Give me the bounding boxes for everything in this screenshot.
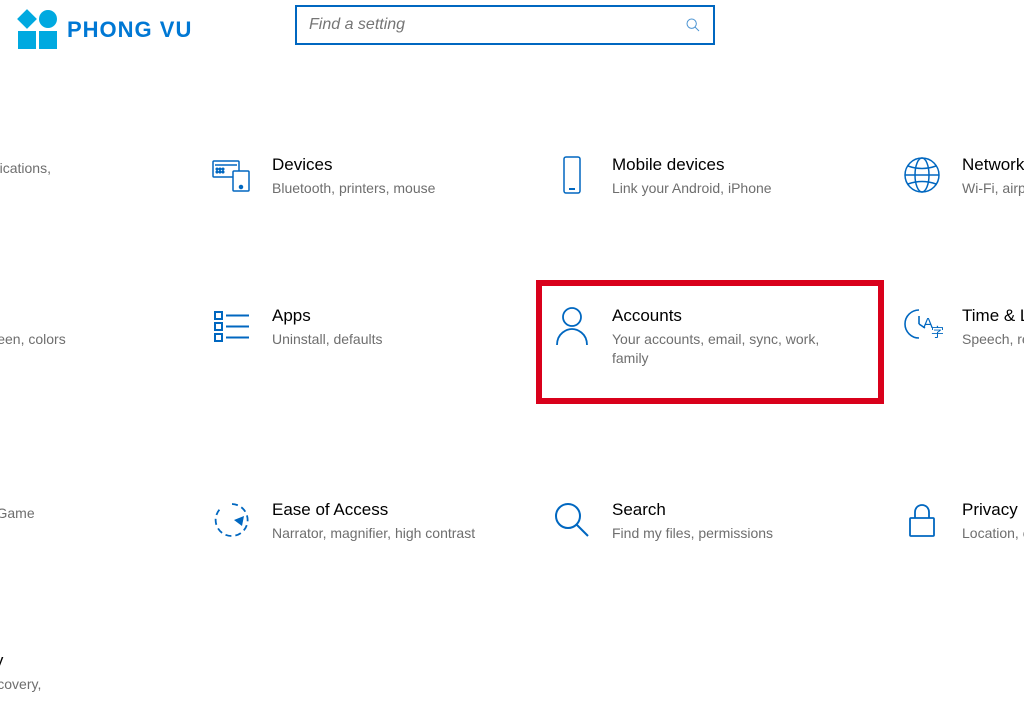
tile-title: Mobile devices (612, 155, 772, 175)
tile-ease-of-access[interactable]: Ease of Access Narrator, magnifier, high… (200, 490, 530, 551)
phone-icon (550, 153, 594, 197)
watermark-logo: PHONG VU (18, 10, 192, 49)
tile-network[interactable]: Network & I Wi-Fi, airplane (890, 145, 1024, 206)
tile-title: Search (612, 500, 773, 520)
tile-title: Security (0, 651, 41, 671)
logo-text: PHONG VU (67, 17, 192, 43)
tile-sub: Your accounts, email, sync, work, family (612, 330, 822, 368)
magnifier-icon (550, 498, 594, 542)
tile-accounts[interactable]: Accounts Your accounts, email, sync, wor… (540, 284, 880, 400)
tile-mobile-devices[interactable]: Mobile devices Link your Android, iPhone (540, 145, 880, 206)
tile-privacy[interactable]: Privacy Location, cam (890, 490, 1024, 551)
tile-title: Accounts (612, 306, 822, 326)
tile-sub: pdate, recovery, (0, 675, 41, 694)
devices-icon (210, 153, 254, 197)
tile-sub: , lock screen, colors (0, 330, 66, 349)
apps-icon (210, 304, 254, 348)
search-icon (685, 17, 701, 33)
tile-system[interactable]: und, notifications, (0, 145, 190, 206)
tile-gaming[interactable]: aptures, Game (0, 490, 190, 551)
tile-sub: Wi-Fi, airplane (962, 179, 1024, 198)
settings-search[interactable] (295, 5, 715, 45)
tile-sub: Speech, regio (962, 330, 1024, 349)
tile-apps[interactable]: Apps Uninstall, defaults (200, 296, 530, 400)
logo-icon (18, 10, 57, 49)
tile-title: ation (0, 306, 66, 326)
tile-title: Privacy (962, 500, 1024, 520)
tile-sub: aptures, Game (0, 504, 35, 523)
tile-title: Ease of Access (272, 500, 475, 520)
tile-sub: Bluetooth, printers, mouse (272, 179, 435, 198)
svg-text:字: 字 (931, 325, 943, 340)
tile-sub: Find my files, permissions (612, 524, 773, 543)
tile-sub: Uninstall, defaults (272, 330, 383, 349)
tile-sub: Narrator, magnifier, high contrast (272, 524, 475, 543)
tile-sub: Location, cam (962, 524, 1024, 543)
tile-time-language[interactable]: A 字 Time & Lang Speech, regio (890, 296, 1024, 400)
tile-update-security[interactable]: Security pdate, recovery, (0, 641, 190, 701)
tile-title: Time & Lang (962, 306, 1024, 326)
tile-title: Devices (272, 155, 435, 175)
time-language-icon: A 字 (900, 304, 944, 348)
search-input[interactable] (309, 16, 685, 34)
tile-title: Network & I (962, 155, 1024, 175)
tile-sub: Link your Android, iPhone (612, 179, 772, 198)
tile-search[interactable]: Search Find my files, permissions (540, 490, 880, 551)
globe-icon (900, 153, 944, 197)
ease-of-access-icon (210, 498, 254, 542)
tile-personalization[interactable]: ation , lock screen, colors (0, 296, 190, 400)
lock-icon (900, 498, 944, 542)
tile-devices[interactable]: Devices Bluetooth, printers, mouse (200, 145, 530, 206)
person-icon (550, 304, 594, 348)
tile-sub: und, notifications, (0, 159, 51, 178)
tile-title: Apps (272, 306, 383, 326)
